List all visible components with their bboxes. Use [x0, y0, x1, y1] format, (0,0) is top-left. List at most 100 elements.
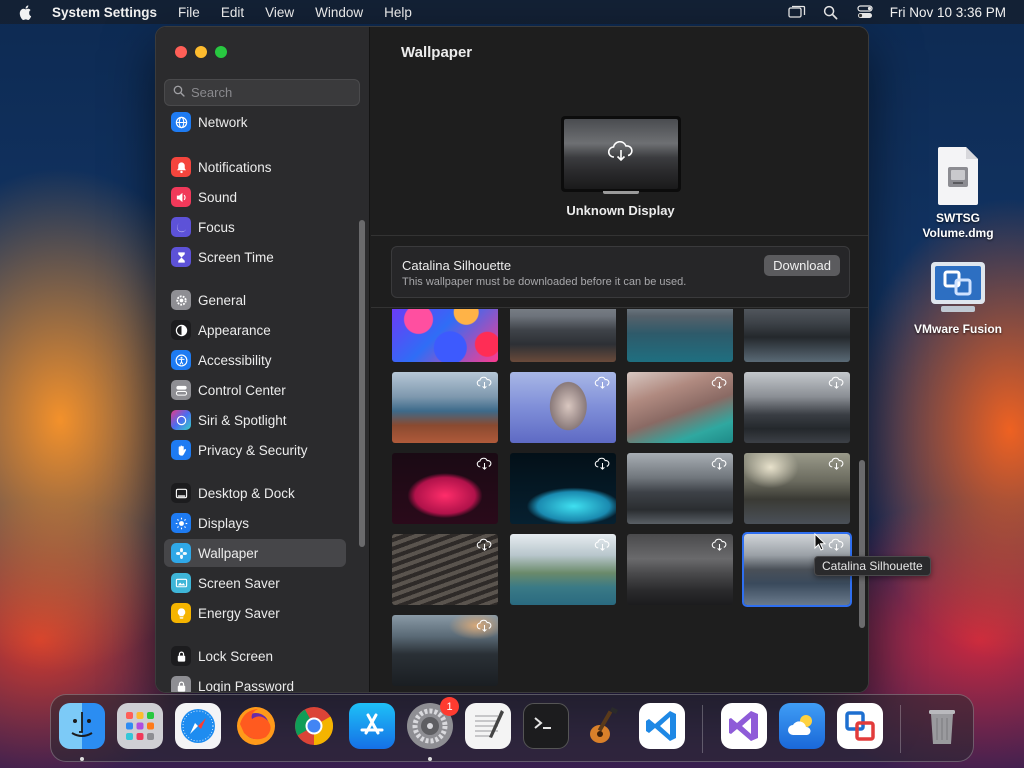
sidebar-item-label: Network — [198, 114, 248, 130]
search-icon — [173, 84, 185, 102]
menu-window[interactable]: Window — [315, 5, 363, 20]
wallpaper-thumbnail[interactable] — [627, 534, 733, 605]
weather-icon[interactable] — [779, 703, 825, 749]
content-scrollbar[interactable] — [859, 460, 865, 628]
visual-studio-icon[interactable] — [721, 703, 767, 749]
dock-separator — [900, 705, 901, 753]
cloud-download-icon — [594, 376, 610, 389]
close-window-button[interactable] — [175, 46, 187, 58]
siri-icon — [171, 410, 191, 430]
sidebar-item-general[interactable]: General — [164, 286, 346, 314]
wallpaper-thumbnail[interactable] — [392, 372, 498, 443]
screensaver-icon — [171, 573, 191, 593]
chrome-icon[interactable] — [291, 703, 337, 749]
terminal-icon[interactable] — [523, 703, 569, 749]
wallpaper-thumbnail[interactable] — [744, 309, 850, 362]
cloud-download-icon — [594, 457, 610, 470]
minimize-window-button[interactable] — [195, 46, 207, 58]
wallpaper-thumbnail[interactable] — [744, 372, 850, 443]
dock-icon — [171, 483, 191, 503]
firefox-icon[interactable] — [233, 703, 279, 749]
sidebar-item-accessibility[interactable]: Accessibility — [164, 346, 346, 374]
screen-mirroring-icon[interactable] — [788, 4, 806, 20]
sidebar-item-desktop-dock[interactable]: Desktop & Dock — [164, 479, 346, 507]
speaker-icon — [171, 187, 191, 207]
sidebar-item-focus[interactable]: Focus — [164, 213, 346, 241]
download-button[interactable]: Download — [764, 255, 840, 276]
sidebar-item-notifications[interactable]: Notifications — [164, 153, 346, 181]
globe-icon — [171, 112, 191, 132]
sidebar-item-label: Siri & Spotlight — [198, 412, 287, 428]
wallpaper-thumbnail[interactable] — [510, 309, 616, 362]
wallpaper-thumbnail[interactable] — [627, 309, 733, 362]
sidebar-item-wallpaper[interactable]: Wallpaper — [164, 539, 346, 567]
system-settings-icon[interactable]: 1 — [407, 697, 459, 749]
zoom-window-button[interactable] — [215, 46, 227, 58]
sidebar-item-sound[interactable]: Sound — [164, 183, 346, 211]
sidebar: Network Notifications Sound Focus Screen… — [156, 27, 370, 692]
sidebar-item-label: Notifications — [198, 159, 272, 175]
wallpaper-thumbnail[interactable] — [392, 309, 498, 362]
sidebar-item-screen-saver[interactable]: Screen Saver — [164, 569, 346, 597]
sidebar-scrollbar[interactable] — [359, 220, 365, 547]
cloud-download-icon — [476, 376, 492, 389]
textedit-icon[interactable] — [465, 703, 511, 749]
sidebar-item-login-password[interactable]: Login Password — [164, 672, 346, 692]
safari-icon[interactable] — [175, 703, 221, 749]
wallpaper-thumbnail[interactable] — [627, 372, 733, 443]
desktop-icon-vmware-fusion[interactable]: VMware Fusion — [908, 258, 1008, 336]
wallpaper-thumbnail[interactable] — [392, 453, 498, 524]
search-input[interactable] — [191, 85, 351, 100]
wallpaper-thumbnail[interactable] — [510, 372, 616, 443]
desktop-icon-swtsg-volume[interactable]: SWTSG Volume.dmg — [908, 145, 1008, 241]
spotlight-search-icon[interactable] — [822, 4, 840, 20]
launchpad-icon[interactable] — [117, 703, 163, 749]
sidebar-item-lock-screen[interactable]: Lock Screen — [164, 642, 346, 670]
flower-icon — [171, 543, 191, 563]
vscode-icon[interactable] — [639, 703, 685, 749]
sidebar-item-energy-saver[interactable]: Energy Saver — [164, 599, 346, 627]
sidebar-item-siri-spotlight[interactable]: Siri & Spotlight — [164, 406, 346, 434]
sidebar-item-network[interactable]: Network — [164, 108, 346, 136]
sidebar-item-label: Wallpaper — [198, 545, 259, 561]
cloud-download-icon — [828, 457, 844, 470]
dock: 1 — [50, 694, 974, 762]
wallpaper-thumbnail[interactable] — [510, 534, 616, 605]
sidebar-search[interactable] — [164, 79, 360, 106]
wallpaper-thumbnail[interactable] — [744, 453, 850, 524]
garageband-icon[interactable] — [581, 703, 627, 749]
wallpaper-thumbnail[interactable] — [627, 453, 733, 524]
sidebar-item-control-center[interactable]: Control Center — [164, 376, 346, 404]
menu-file[interactable]: File — [178, 5, 200, 20]
app-store-icon[interactable] — [349, 703, 395, 749]
menu-clock[interactable]: Fri Nov 10 3:36 PM — [890, 5, 1006, 20]
cloud-download-icon — [711, 376, 727, 389]
menu-view[interactable]: View — [265, 5, 294, 20]
menu-edit[interactable]: Edit — [221, 5, 244, 20]
sidebar-item-label: Accessibility — [198, 352, 272, 368]
wallpaper-pane: Wallpaper Unknown Display Catalina Silho… — [371, 27, 868, 692]
cloud-download-icon — [711, 538, 727, 551]
wallpaper-thumbnail[interactable] — [510, 453, 616, 524]
wallpaper-thumbnail[interactable] — [392, 534, 498, 605]
apple-menu-icon[interactable] — [18, 4, 34, 20]
lock-icon — [171, 646, 191, 666]
finder-icon[interactable] — [59, 703, 105, 749]
menu-help[interactable]: Help — [384, 5, 412, 20]
sidebar-item-displays[interactable]: Displays — [164, 509, 346, 537]
wallpaper-thumbnail[interactable] — [392, 615, 498, 686]
sidebar-item-label: Screen Time — [198, 249, 274, 265]
control-center-icon[interactable] — [856, 4, 874, 20]
vmware-fusion-icon[interactable] — [837, 703, 883, 749]
divider — [371, 307, 868, 308]
sidebar-item-label: Displays — [198, 515, 250, 531]
menu-app-name[interactable]: System Settings — [52, 5, 157, 20]
sidebar-item-screen-time[interactable]: Screen Time — [164, 243, 346, 271]
trash-icon[interactable] — [919, 703, 965, 749]
display-preview — [561, 116, 681, 192]
sidebar-item-label: Lock Screen — [198, 648, 274, 664]
sun-icon — [171, 513, 191, 533]
desktop-icon-label: SWTSG Volume.dmg — [922, 211, 994, 240]
sidebar-item-privacy-security[interactable]: Privacy & Security — [164, 436, 346, 464]
sidebar-item-appearance[interactable]: Appearance — [164, 316, 346, 344]
